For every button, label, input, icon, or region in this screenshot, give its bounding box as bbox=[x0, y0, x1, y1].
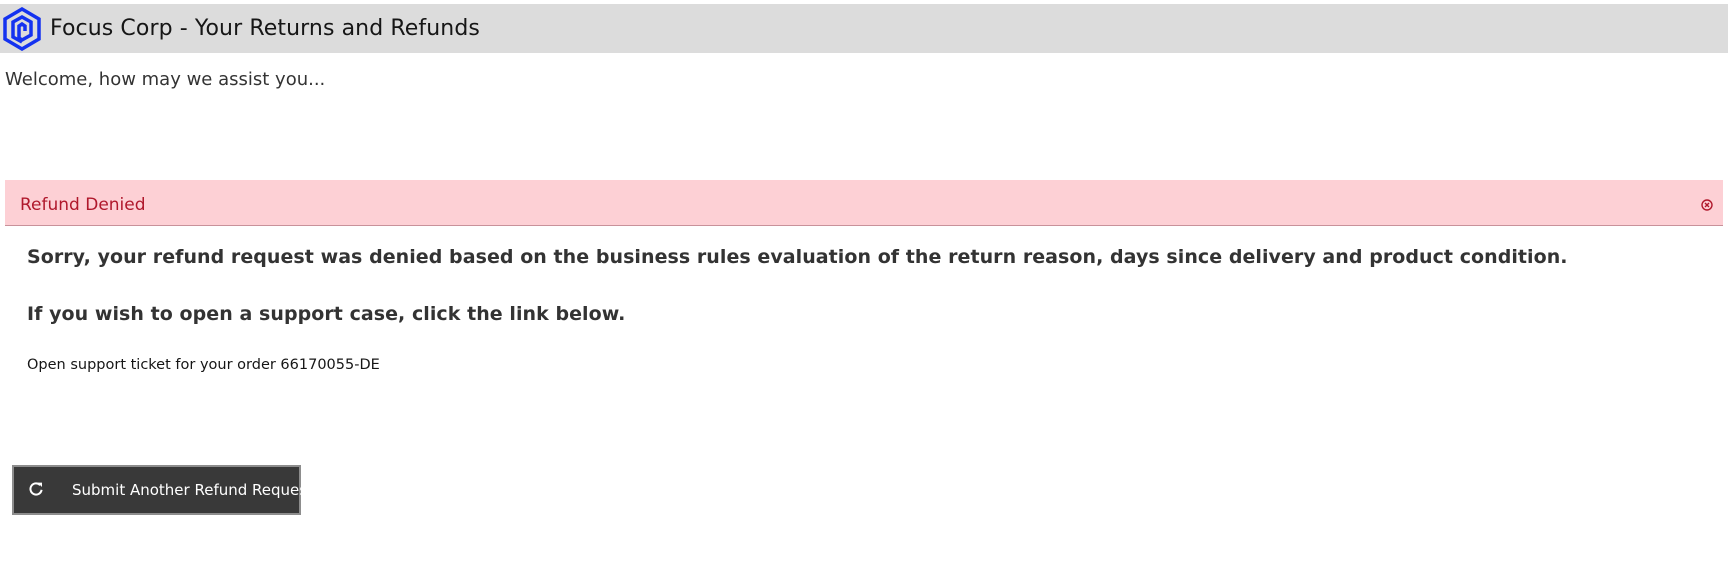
close-circle-icon[interactable] bbox=[1701, 196, 1713, 211]
app-header: Focus Corp - Your Returns and Refunds bbox=[0, 4, 1728, 53]
support-case-instruction: If you wish to open a support case, clic… bbox=[27, 303, 626, 325]
app-title: Focus Corp - Your Returns and Refunds bbox=[50, 16, 480, 41]
open-support-ticket-link[interactable]: Open support ticket for your order 66170… bbox=[27, 357, 380, 373]
welcome-text: Welcome, how may we assist you... bbox=[5, 69, 326, 90]
denial-message: Sorry, your refund request was denied ba… bbox=[27, 246, 1568, 268]
hexagon-spiral-logo-icon bbox=[0, 6, 44, 51]
refund-denied-alert: Refund Denied bbox=[5, 180, 1723, 226]
submit-another-refund-request-button[interactable]: Submit Another Refund Request bbox=[12, 465, 313, 515]
submit-another-refund-request-label: Submit Another Refund Request bbox=[72, 481, 313, 499]
refresh-icon bbox=[27, 480, 45, 498]
alert-title: Refund Denied bbox=[20, 195, 146, 215]
